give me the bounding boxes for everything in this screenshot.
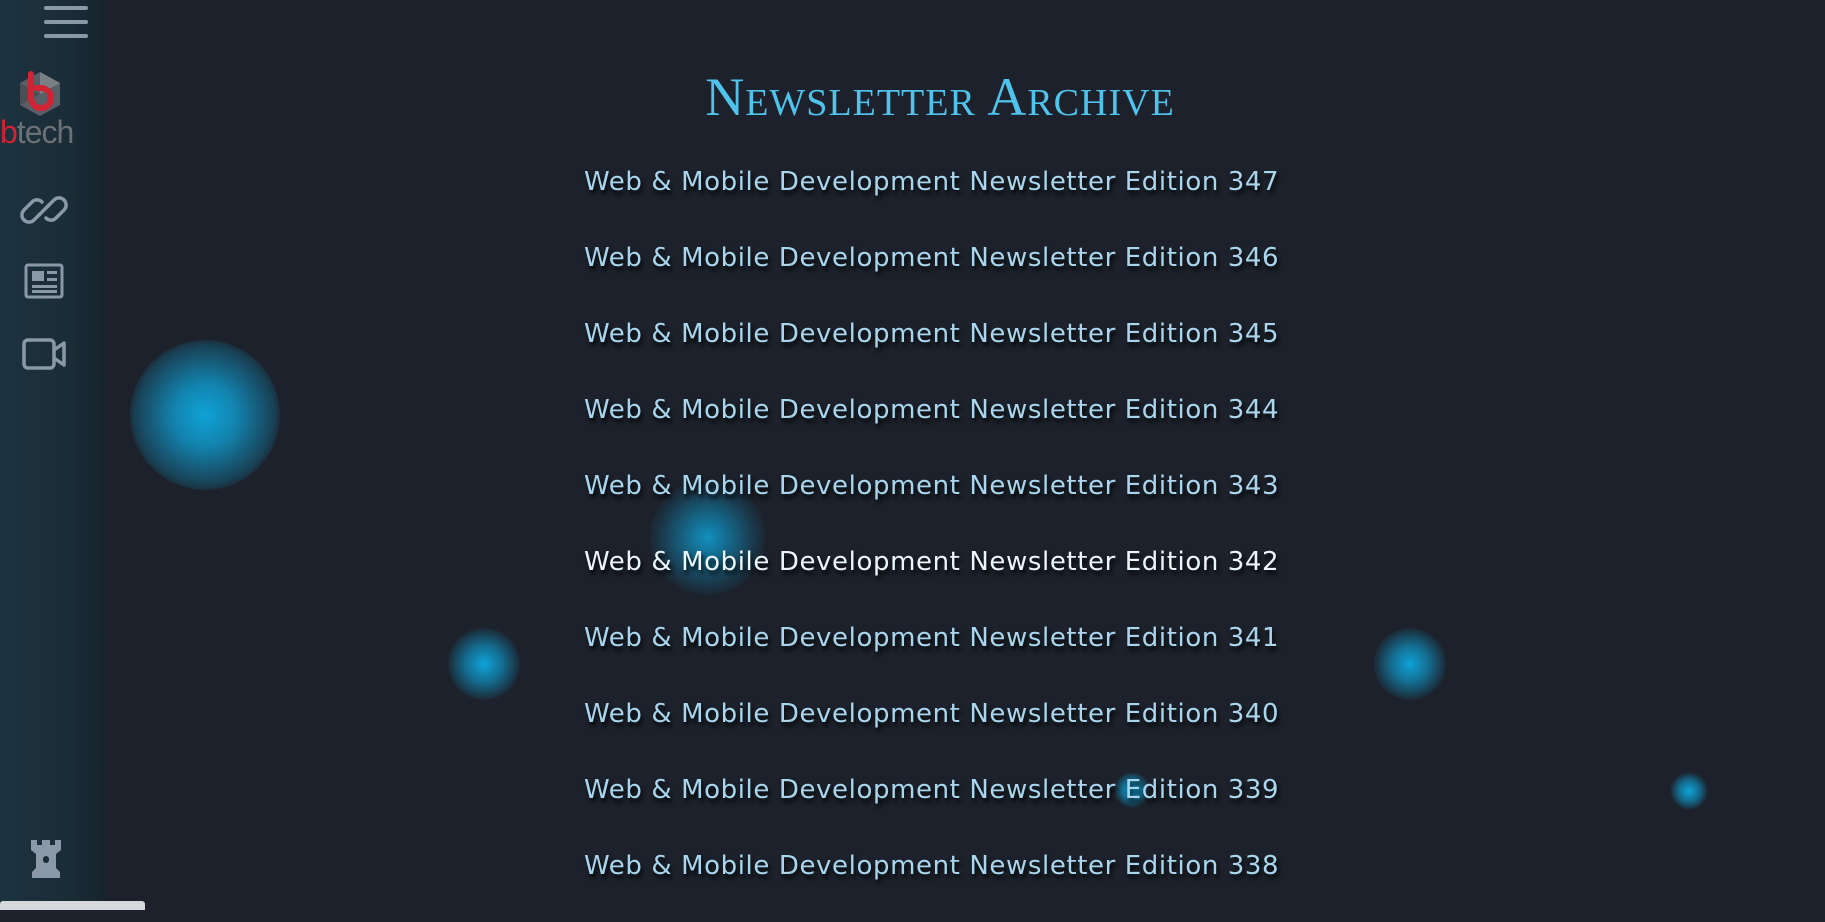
newsletter-list: Web & Mobile Development Newsletter Edit… bbox=[584, 162, 1279, 922]
list-item: Web & Mobile Development Newsletter Edit… bbox=[584, 314, 1279, 390]
newsletter-link[interactable]: Web & Mobile Development Newsletter Edit… bbox=[584, 466, 1279, 506]
newsletter-link[interactable]: Web & Mobile Development Newsletter Edit… bbox=[584, 238, 1279, 278]
video-icon[interactable] bbox=[20, 332, 68, 376]
link-icon[interactable] bbox=[20, 188, 68, 232]
newsletter-link[interactable]: Web & Mobile Development Newsletter Edit… bbox=[584, 846, 1279, 886]
rook-icon[interactable] bbox=[22, 836, 70, 880]
page-title: Newsletter Archive bbox=[705, 67, 1175, 127]
newsletter-link[interactable]: Web & Mobile Development Newsletter Edit… bbox=[584, 314, 1279, 354]
glow-orb-decoration bbox=[130, 340, 280, 490]
list-item: Web & Mobile Development Newsletter Edit… bbox=[584, 162, 1279, 238]
newsletter-link[interactable]: Web & Mobile Development Newsletter Edit… bbox=[584, 162, 1279, 202]
newsletter-link[interactable]: Web & Mobile Development Newsletter Edit… bbox=[584, 770, 1279, 810]
list-item: Web & Mobile Development Newsletter Edit… bbox=[584, 238, 1279, 314]
newsletter-link[interactable]: Web & Mobile Development Newsletter Edit… bbox=[584, 694, 1279, 734]
list-item: Web & Mobile Development Newsletter Edit… bbox=[584, 770, 1279, 846]
list-item: Web & Mobile Development Newsletter Edit… bbox=[584, 618, 1279, 694]
horizontal-scrollbar[interactable] bbox=[0, 901, 145, 910]
list-item: Web & Mobile Development Newsletter Edit… bbox=[584, 846, 1279, 922]
list-item: Web & Mobile Development Newsletter Edit… bbox=[584, 390, 1279, 466]
glow-orb-decoration bbox=[448, 628, 520, 700]
list-item: Web & Mobile Development Newsletter Edit… bbox=[584, 694, 1279, 770]
newsletter-link[interactable]: Web & Mobile Development Newsletter Edit… bbox=[584, 618, 1279, 658]
hamburger-menu-icon[interactable] bbox=[44, 6, 88, 40]
newsletter-link[interactable]: Web & Mobile Development Newsletter Edit… bbox=[584, 390, 1279, 430]
sidebar: btech bbox=[0, 0, 105, 910]
glow-orb-decoration bbox=[1374, 628, 1446, 700]
newspaper-icon[interactable] bbox=[20, 260, 68, 304]
list-item: Web & Mobile Development Newsletter Edit… bbox=[584, 542, 1279, 618]
glow-orb-decoration bbox=[1670, 772, 1708, 810]
list-item: Web & Mobile Development Newsletter Edit… bbox=[584, 466, 1279, 542]
newsletter-link[interactable]: Web & Mobile Development Newsletter Edit… bbox=[584, 542, 1279, 582]
